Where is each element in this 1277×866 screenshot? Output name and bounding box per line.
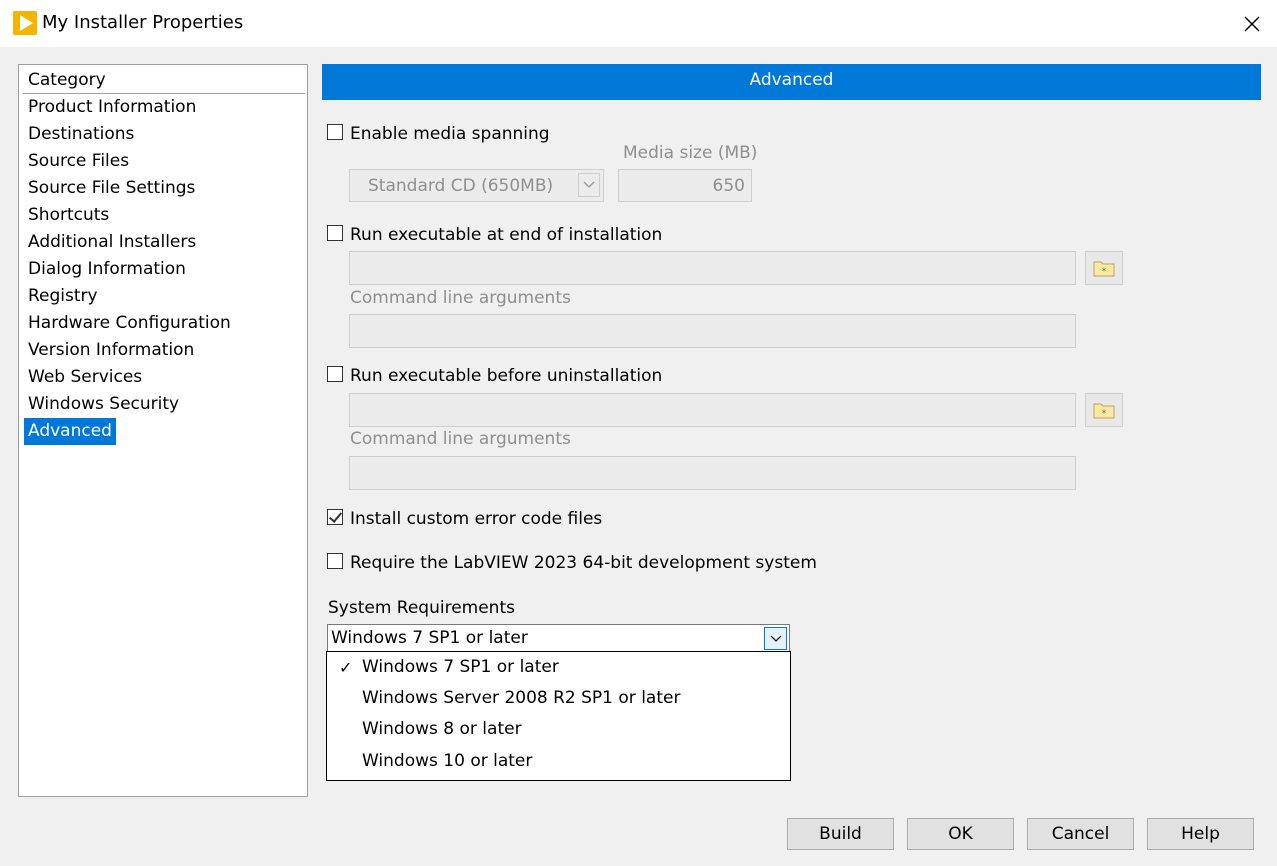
category-item-source-files[interactable]: Source Files [24,148,133,175]
system-requirements-dropdown[interactable]: ✓ Windows 7 SP1 or later Windows Server … [326,651,791,781]
run-before-uninstall-browse-button[interactable]: * [1085,393,1123,427]
run-at-end-label: Run executable at end of installation [350,225,663,245]
category-item-windows-security[interactable]: Windows Security [24,391,183,418]
run-at-end-checkbox[interactable] [327,225,343,241]
dropdown-option-windows-10[interactable]: Windows 10 or later [327,746,790,777]
run-at-end-args-input[interactable] [349,314,1076,348]
require-labview-label: Require the LabVIEW 2023 64-bit developm… [350,553,817,573]
media-type-dropdown-button[interactable] [578,173,600,197]
dropdown-option-label: Windows Server 2008 R2 SP1 or later [362,688,681,708]
title-bar: My Installer Properties [0,0,1277,47]
category-item-product-information[interactable]: Product Information [24,94,200,121]
build-button[interactable]: Build [787,818,894,850]
close-icon [1244,16,1259,31]
system-requirements-dropdown-button[interactable] [764,627,787,650]
window-title: My Installer Properties [42,12,244,33]
run-at-end-args-label: Command line arguments [350,288,571,308]
category-header: Category [23,67,305,94]
category-item-source-file-settings[interactable]: Source File Settings [24,175,199,202]
run-before-uninstall-args-input[interactable] [349,456,1076,490]
category-item-dialog-information[interactable]: Dialog Information [24,256,190,283]
category-item-web-services[interactable]: Web Services [24,364,146,391]
folder-icon: * [1093,261,1115,277]
require-labview-checkbox[interactable] [327,553,343,569]
media-size-input[interactable]: 650 [618,169,752,202]
labview-play-icon [13,11,37,35]
run-before-uninstall-path-input[interactable] [349,393,1076,427]
media-spanning-checkbox[interactable] [327,124,343,140]
dropdown-option-label: Windows 10 or later [362,751,533,771]
category-item-additional-installers[interactable]: Additional Installers [24,229,200,256]
media-type-value: Standard CD (650MB) [368,176,554,196]
folder-icon: * [1093,403,1115,419]
section-header: Advanced [322,64,1261,100]
check-icon: ✓ [339,658,353,677]
cancel-button[interactable]: Cancel [1027,818,1134,850]
custom-error-codes-label: Install custom error code files [350,509,603,529]
system-requirements-select[interactable]: Windows 7 SP1 or later [327,624,790,653]
system-requirements-label: System Requirements [328,598,515,618]
media-size-label: Media size (MB) [623,143,758,163]
svg-text:*: * [1102,409,1107,419]
run-before-uninstall-label: Run executable before uninstallation [350,366,663,386]
svg-text:*: * [1102,267,1107,277]
media-spanning-label: Enable media spanning [350,124,550,144]
category-list[interactable]: Category Product Information Destination… [18,64,308,797]
help-button[interactable]: Help [1147,818,1254,850]
dropdown-option-label: Windows 8 or later [362,719,522,739]
chevron-down-icon [770,635,781,642]
media-size-value: 650 [712,176,745,196]
run-at-end-browse-button[interactable]: * [1085,251,1123,285]
category-item-shortcuts[interactable]: Shortcuts [24,202,113,229]
chevron-down-icon [583,181,595,188]
dropdown-option-windows-7[interactable]: ✓ Windows 7 SP1 or later [327,652,790,683]
category-item-destinations[interactable]: Destinations [24,121,138,148]
ok-button[interactable]: OK [907,818,1014,850]
category-item-registry[interactable]: Registry [24,283,102,310]
custom-error-codes-checkbox[interactable] [327,509,343,525]
run-before-uninstall-checkbox[interactable] [327,366,343,382]
dropdown-option-label: Windows 7 SP1 or later [362,657,559,677]
media-type-select[interactable]: Standard CD (650MB) [349,169,604,202]
dropdown-option-windows-8[interactable]: Windows 8 or later [327,714,790,745]
close-button[interactable] [1226,0,1277,47]
system-requirements-value: Windows 7 SP1 or later [331,628,528,648]
category-item-version-information[interactable]: Version Information [24,337,198,364]
run-at-end-path-input[interactable] [349,251,1076,285]
category-item-advanced[interactable]: Advanced [24,418,116,445]
dropdown-option-windows-server-2008[interactable]: Windows Server 2008 R2 SP1 or later [327,683,790,714]
category-item-hardware-configuration[interactable]: Hardware Configuration [24,310,235,337]
run-before-uninstall-args-label: Command line arguments [350,429,571,449]
